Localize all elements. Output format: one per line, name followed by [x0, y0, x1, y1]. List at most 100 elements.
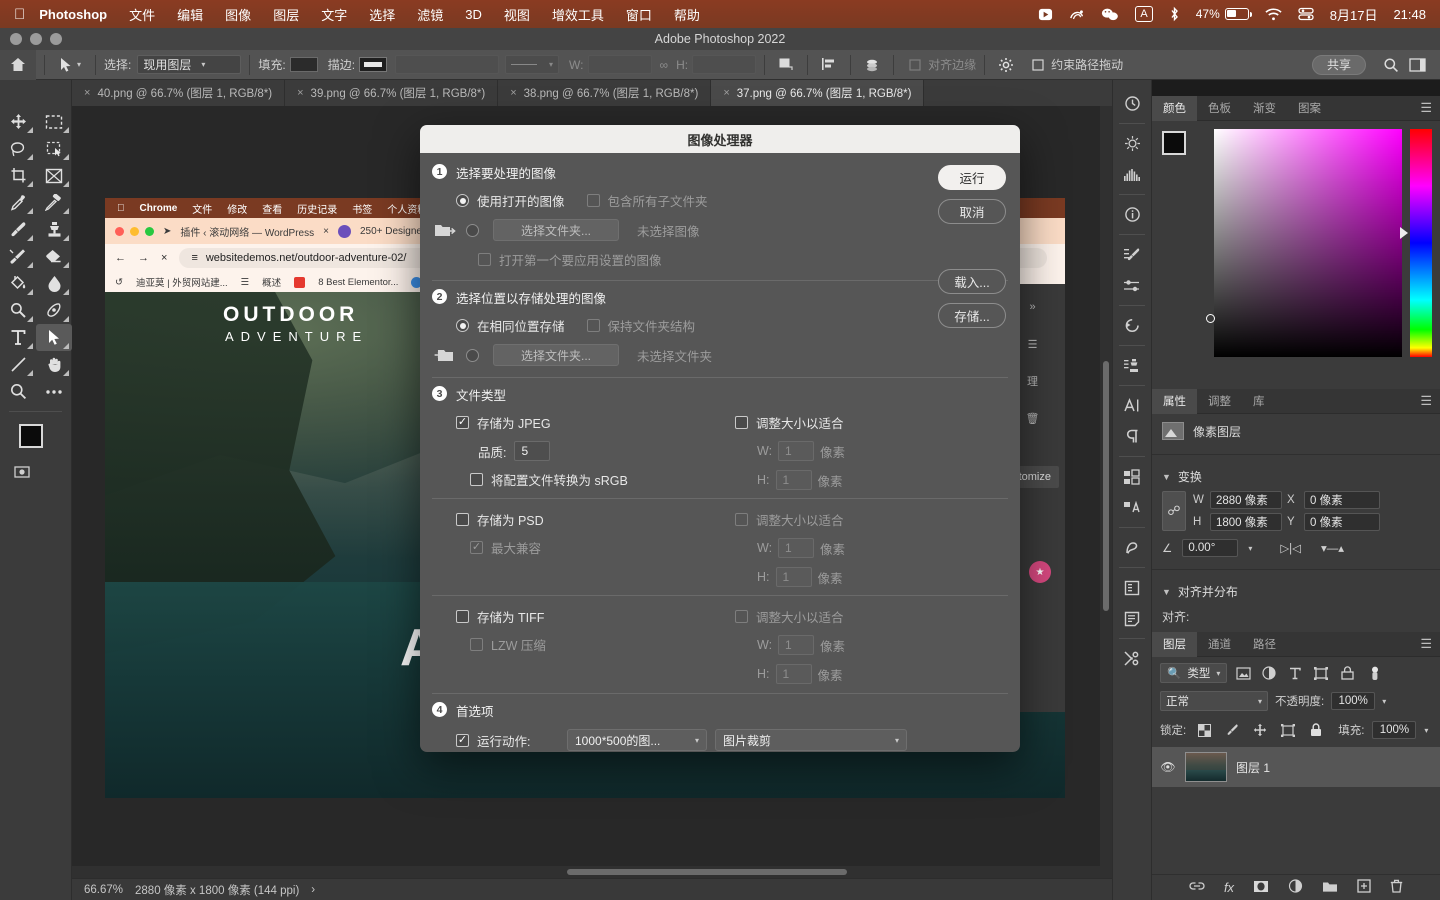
notes-icon[interactable]	[1112, 572, 1152, 603]
adjustment-filter-icon[interactable]	[1259, 663, 1279, 683]
zoom-icon[interactable]	[0, 378, 36, 405]
layer-row[interactable]: 👁 图层 1	[1152, 747, 1440, 787]
wifi-icon[interactable]	[1265, 7, 1282, 21]
saturation-brightness-field[interactable]	[1206, 129, 1402, 357]
tiff-resize-checkbox[interactable]	[735, 610, 748, 623]
align-edges-checkbox[interactable]	[902, 54, 928, 76]
select-folder-radio[interactable]	[466, 223, 479, 237]
path-selection-icon[interactable]	[36, 324, 72, 351]
move-icon[interactable]	[0, 108, 36, 135]
tab-swatches[interactable]: 色板	[1197, 96, 1242, 121]
tab-channels[interactable]: 通道	[1197, 632, 1242, 657]
menubar-item-view[interactable]: 视图	[504, 5, 530, 24]
dodge-icon[interactable]	[0, 297, 36, 324]
close-icon[interactable]: ×	[723, 87, 729, 99]
tab-adjustments[interactable]: 调整	[1197, 389, 1242, 414]
tab-properties[interactable]: 属性	[1152, 388, 1197, 414]
save-same-location-radio[interactable]	[456, 319, 469, 332]
close-icon[interactable]: ×	[510, 87, 516, 99]
keep-folder-structure-checkbox[interactable]	[586, 319, 600, 332]
link-ratio-icon[interactable]: ☍	[1162, 491, 1186, 531]
use-open-images-radio[interactable]	[456, 194, 469, 207]
pixel-filter-icon[interactable]	[1233, 663, 1253, 683]
apple-logo-icon[interactable]: 	[14, 7, 25, 22]
document-tab-40[interactable]: × 40.png @ 66.7% (图层 1, RGB/8*)	[72, 80, 286, 106]
histogram-icon[interactable]	[1112, 159, 1152, 190]
foreground-color-swatch[interactable]	[1162, 131, 1186, 155]
brush-presets-icon[interactable]	[1112, 270, 1152, 301]
paragraph-styles-icon[interactable]	[1112, 603, 1152, 634]
path-arrangement-icon[interactable]	[859, 54, 885, 76]
color-swatches[interactable]	[13, 422, 59, 462]
tab-gradients[interactable]: 渐变	[1242, 96, 1287, 121]
convert-srgb-checkbox[interactable]	[470, 473, 483, 486]
marquee-icon[interactable]	[36, 108, 72, 135]
pen-icon[interactable]	[36, 297, 72, 324]
menubar-date[interactable]: 8月17日	[1330, 5, 1378, 24]
panel-menu-icon[interactable]: ☰	[1420, 636, 1432, 652]
save-as-psd-checkbox[interactable]	[456, 513, 469, 526]
swirl-icon[interactable]	[1069, 7, 1085, 22]
save-custom-folder-radio[interactable]	[466, 348, 479, 362]
bluetooth-icon[interactable]	[1169, 6, 1180, 22]
menubar-item-layer[interactable]: 图层	[273, 5, 299, 24]
jpeg-width-input[interactable]: 1	[778, 441, 815, 461]
more-tools-icon[interactable]	[36, 378, 72, 405]
control-center-icon[interactable]	[1298, 7, 1314, 21]
save-as-tiff-checkbox[interactable]	[456, 610, 469, 623]
menubar-item-edit[interactable]: 编辑	[177, 5, 203, 24]
layer-comps-icon[interactable]	[1112, 461, 1152, 492]
tool-presets-icon[interactable]	[1112, 643, 1152, 674]
menubar-item-plugins[interactable]: 增效工具	[552, 5, 604, 24]
menubar-item-3d[interactable]: 3D	[465, 7, 482, 22]
select-images-folder-button[interactable]: 选择文件夹...	[493, 219, 619, 241]
chevron-down-icon[interactable]: ▼	[1162, 472, 1171, 482]
panel-menu-icon[interactable]: ☰	[1420, 393, 1432, 409]
layer-name[interactable]: 图层 1	[1236, 759, 1270, 776]
new-group-icon[interactable]	[1322, 880, 1338, 896]
paint-bucket-icon[interactable]	[0, 270, 36, 297]
tiff-width-input[interactable]: 1	[778, 635, 815, 655]
tab-libraries[interactable]: 库	[1242, 389, 1276, 414]
eraser-icon[interactable]	[36, 243, 72, 270]
psd-resize-checkbox[interactable]	[735, 513, 748, 526]
tab-paths[interactable]: 路径	[1242, 632, 1287, 657]
new-layer-icon[interactable]	[1357, 879, 1371, 896]
filter-toggle-icon[interactable]	[1363, 663, 1383, 683]
chevron-down-icon[interactable]: ▾	[1382, 697, 1386, 706]
transform-section-header[interactable]: ▼ 变换	[1152, 461, 1440, 489]
workspace-icon[interactable]	[1404, 54, 1430, 76]
menubar-item-select[interactable]: 选择	[369, 5, 395, 24]
scrollbar-thumb[interactable]	[567, 869, 847, 875]
character-styles-icon[interactable]	[1112, 532, 1152, 563]
lock-transparent-icon[interactable]	[1194, 720, 1214, 740]
tab-color[interactable]: 颜色	[1152, 95, 1197, 121]
flip-vertical-icon[interactable]: ▾—▴	[1321, 541, 1344, 555]
frame-icon[interactable]	[36, 162, 72, 189]
smart-object-filter-icon[interactable]	[1337, 663, 1357, 683]
share-button[interactable]: 共享	[1311, 54, 1366, 75]
input-source-A-icon[interactable]: A	[1135, 6, 1153, 22]
color-picker-body[interactable]	[1152, 121, 1440, 389]
actions-icon[interactable]	[1112, 310, 1152, 341]
chevron-down-icon[interactable]: ▾	[1424, 726, 1428, 735]
clone-source-icon[interactable]	[1112, 350, 1152, 381]
layer-filter-dropdown[interactable]: 🔍 类型 ▾	[1160, 663, 1228, 683]
menubar-item-file[interactable]: 文件	[129, 5, 155, 24]
jpeg-resize-checkbox[interactable]	[735, 416, 748, 429]
fill-swatch[interactable]	[289, 57, 318, 72]
current-tool-button[interactable]: ▾	[53, 57, 87, 73]
history-brush-icon[interactable]	[0, 243, 36, 270]
document-tab-37[interactable]: × 37.png @ 66.7% (图层 1, RGB/8*)	[711, 80, 925, 106]
cancel-button[interactable]: 取消	[938, 199, 1006, 224]
path-alignment-icon[interactable]	[816, 54, 842, 76]
fill-input[interactable]: 100%	[1372, 721, 1417, 739]
battery-indicator[interactable]: 47%	[1196, 7, 1252, 21]
chevron-down-icon[interactable]: ▾	[77, 60, 81, 69]
stroke-swatch[interactable]	[359, 57, 388, 72]
home-icon[interactable]	[0, 49, 36, 80]
chevron-down-icon[interactable]: ▼	[1162, 587, 1171, 597]
psd-width-input[interactable]: 1	[778, 538, 815, 558]
clone-stamp-icon[interactable]	[36, 216, 72, 243]
crop-icon[interactable]	[0, 162, 36, 189]
